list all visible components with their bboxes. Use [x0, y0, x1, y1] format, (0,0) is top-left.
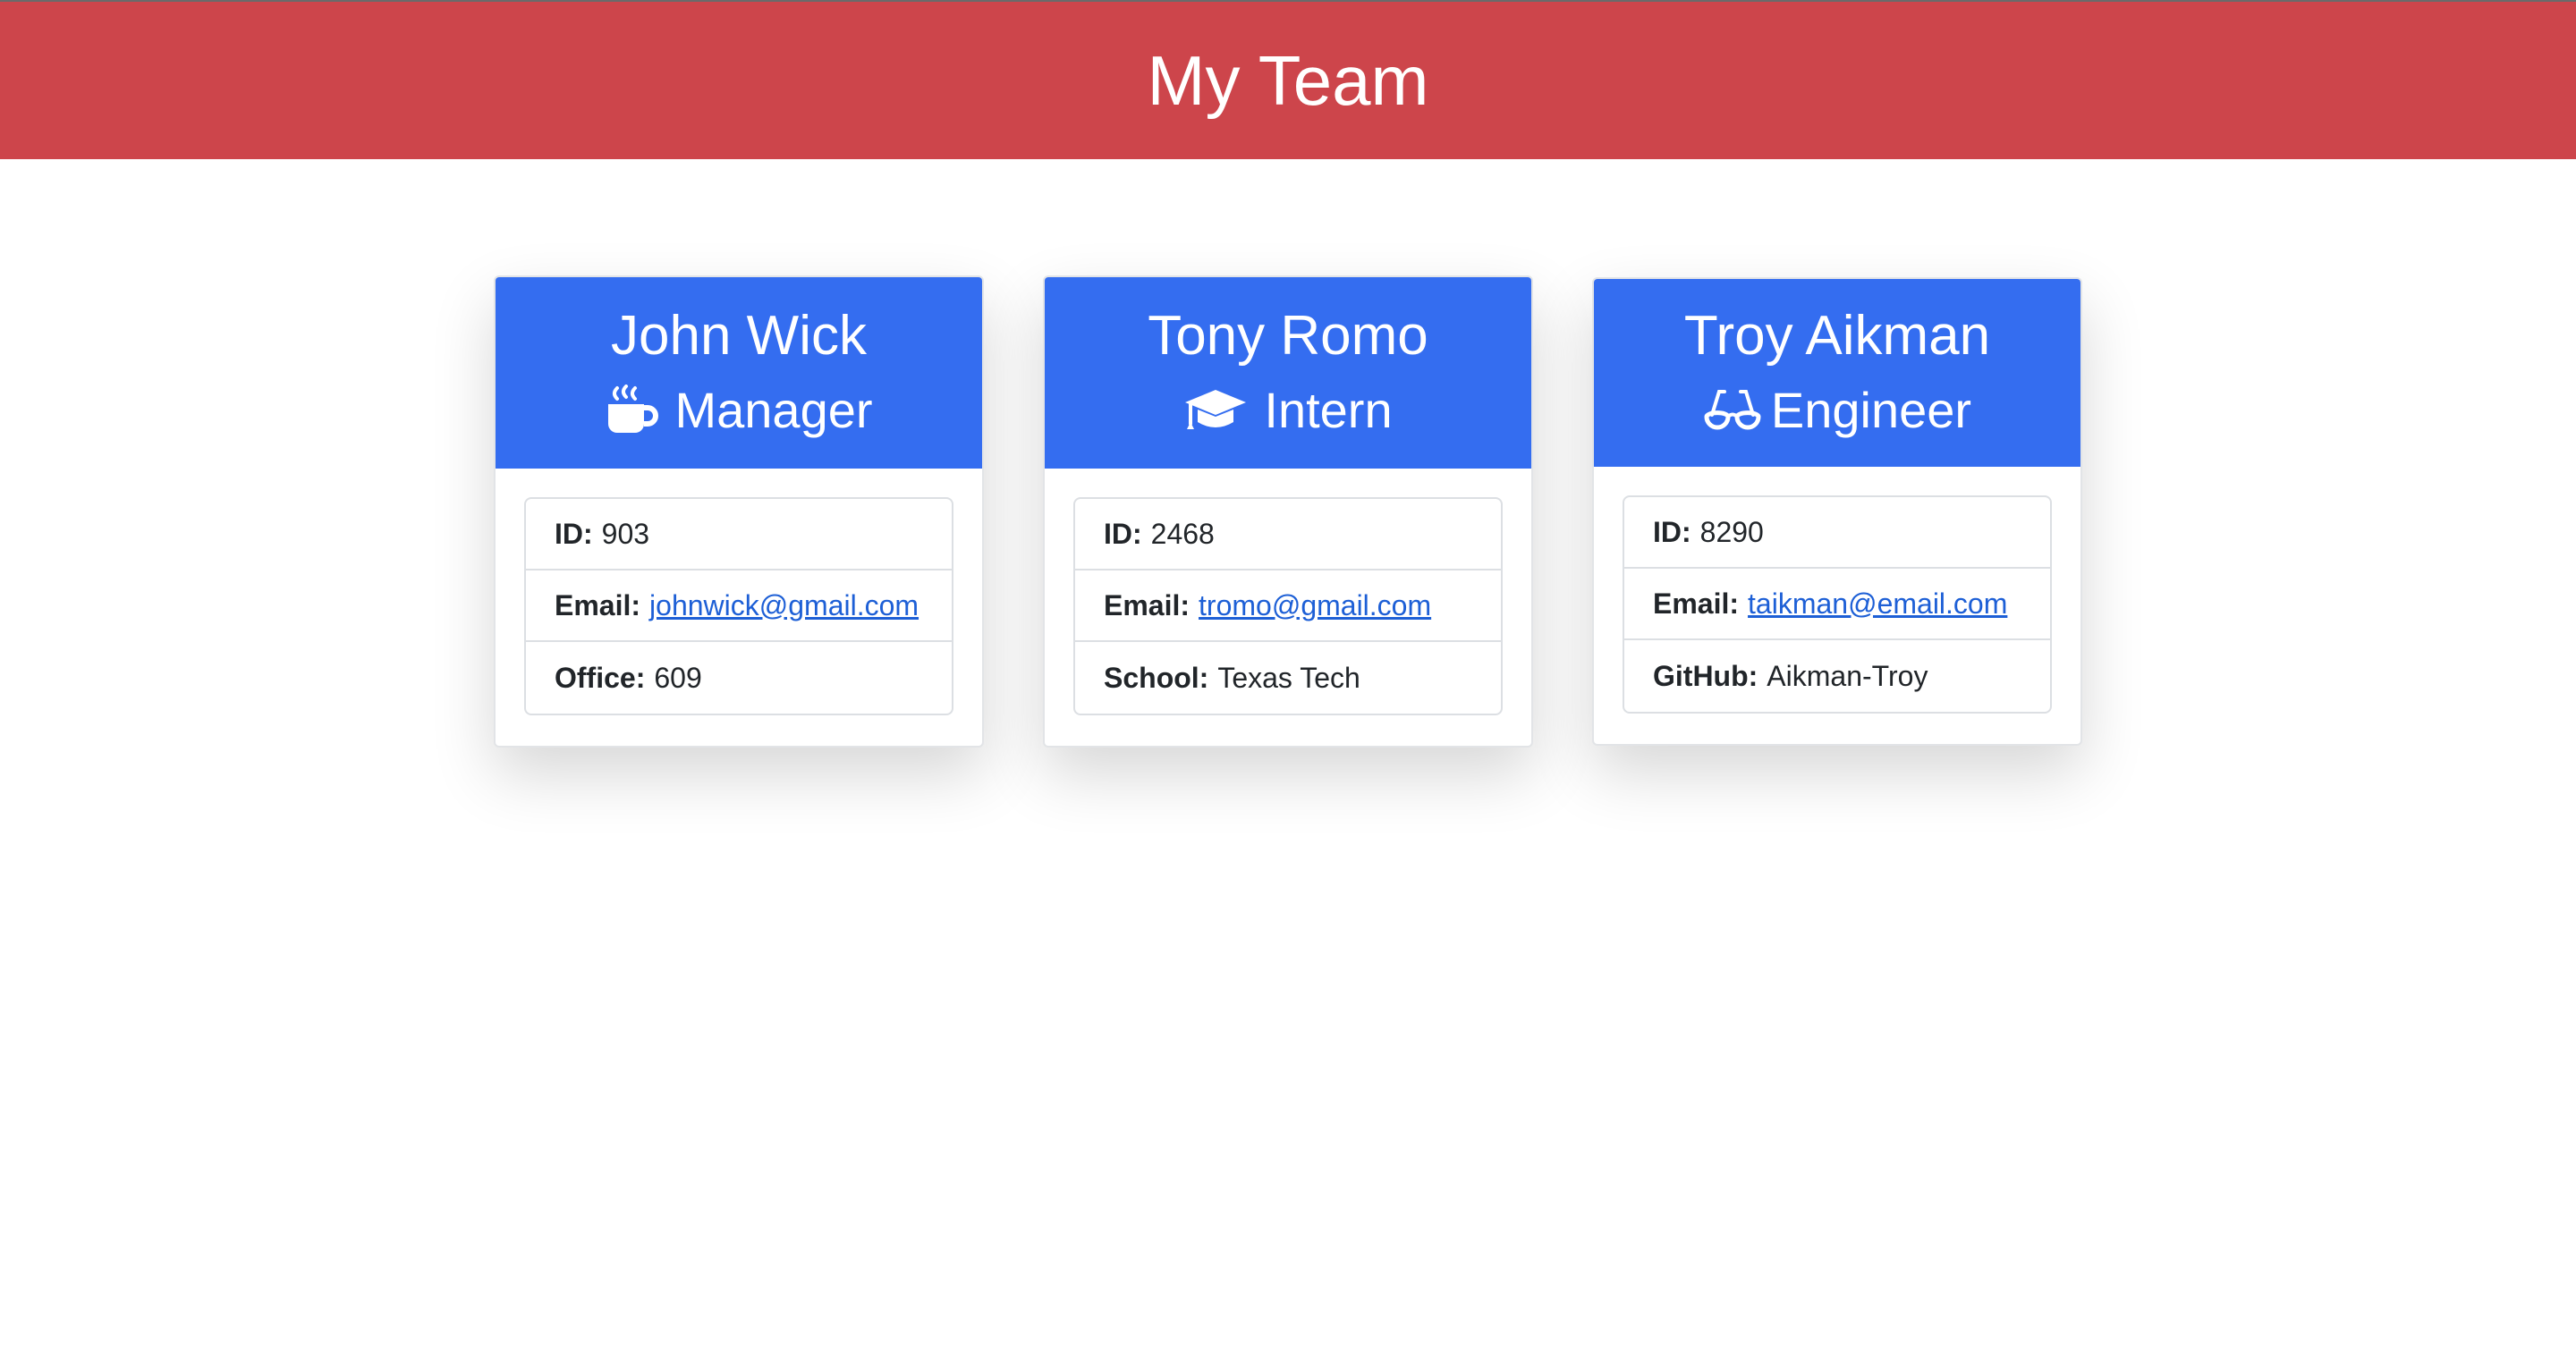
- employee-role: Engineer: [1703, 371, 1971, 450]
- card-header: John Wick Manager: [496, 277, 982, 469]
- graduation-cap-icon: [1183, 386, 1248, 435]
- school-label: School:: [1104, 661, 1209, 694]
- id-label: ID:: [1653, 515, 1691, 548]
- office-label: Office:: [555, 661, 646, 694]
- employee-role: Manager: [605, 371, 873, 450]
- id-row: ID: 903: [526, 499, 952, 570]
- id-row: ID: 2468: [1075, 499, 1501, 570]
- page-title: My Team: [1147, 40, 1429, 120]
- details-list: ID: 8290 Email: taikman@email.com GitHub…: [1623, 495, 2052, 714]
- id-value: 2468: [1150, 517, 1215, 550]
- email-row: Email: tromo@gmail.com: [1075, 570, 1501, 642]
- email-row: Email: taikman@email.com: [1624, 569, 2050, 640]
- role-label: Intern: [1264, 382, 1393, 438]
- email-row: Email: johnwick@gmail.com: [526, 570, 952, 642]
- mug-hot-icon: [605, 385, 659, 436]
- school-row: School: Texas Tech: [1075, 642, 1501, 714]
- employee-card-manager: John Wick Manager ID: 903 Email: johnwic…: [494, 275, 984, 748]
- employee-name: Tony Romo: [1148, 305, 1428, 367]
- role-label: Manager: [674, 382, 873, 438]
- school-value: Texas Tech: [1217, 661, 1360, 694]
- details-list: ID: 903 Email: johnwick@gmail.com Office…: [524, 497, 953, 715]
- id-row: ID: 8290: [1624, 497, 2050, 569]
- employee-name: Troy Aikman: [1683, 305, 1991, 367]
- card-header: Troy Aikman Engineer: [1594, 279, 2080, 467]
- email-link[interactable]: johnwick@gmail.com: [649, 589, 919, 622]
- office-row: Office: 609: [526, 642, 952, 714]
- employee-card-engineer: Troy Aikman Engineer ID: 8290 Email: tai…: [1592, 277, 2082, 746]
- glasses-icon: [1703, 386, 1762, 435]
- card-body: ID: 8290 Email: taikman@email.com GitHub…: [1594, 467, 2080, 742]
- employee-card-intern: Tony Romo Intern ID: 2468 Email: tromo@g…: [1043, 275, 1533, 748]
- id-value: 8290: [1699, 515, 1764, 548]
- github-row: GitHub: Aikman-Troy: [1624, 640, 2050, 712]
- office-value: 609: [654, 661, 702, 694]
- card-header: Tony Romo Intern: [1045, 277, 1531, 469]
- role-label: Engineer: [1770, 382, 1972, 438]
- details-list: ID: 2468 Email: tromo@gmail.com School: …: [1073, 497, 1503, 715]
- page-header: My Team: [0, 0, 2576, 159]
- email-label: Email:: [555, 588, 641, 621]
- email-link[interactable]: taikman@email.com: [1748, 587, 2007, 621]
- id-label: ID:: [1104, 517, 1142, 550]
- email-label: Email:: [1104, 588, 1191, 621]
- github-value: Aikman-Troy: [1767, 659, 1928, 692]
- email-link[interactable]: tromo@gmail.com: [1199, 589, 1431, 622]
- github-label: GitHub:: [1653, 659, 1758, 692]
- employee-name: John Wick: [611, 305, 867, 367]
- card-body: ID: 903 Email: johnwick@gmail.com Office…: [496, 469, 982, 744]
- id-label: ID:: [555, 517, 593, 550]
- employee-role: Intern: [1183, 371, 1393, 450]
- card-body: ID: 2468 Email: tromo@gmail.com School: …: [1045, 469, 1531, 744]
- id-value: 903: [601, 517, 650, 550]
- email-label: Email:: [1653, 587, 1740, 620]
